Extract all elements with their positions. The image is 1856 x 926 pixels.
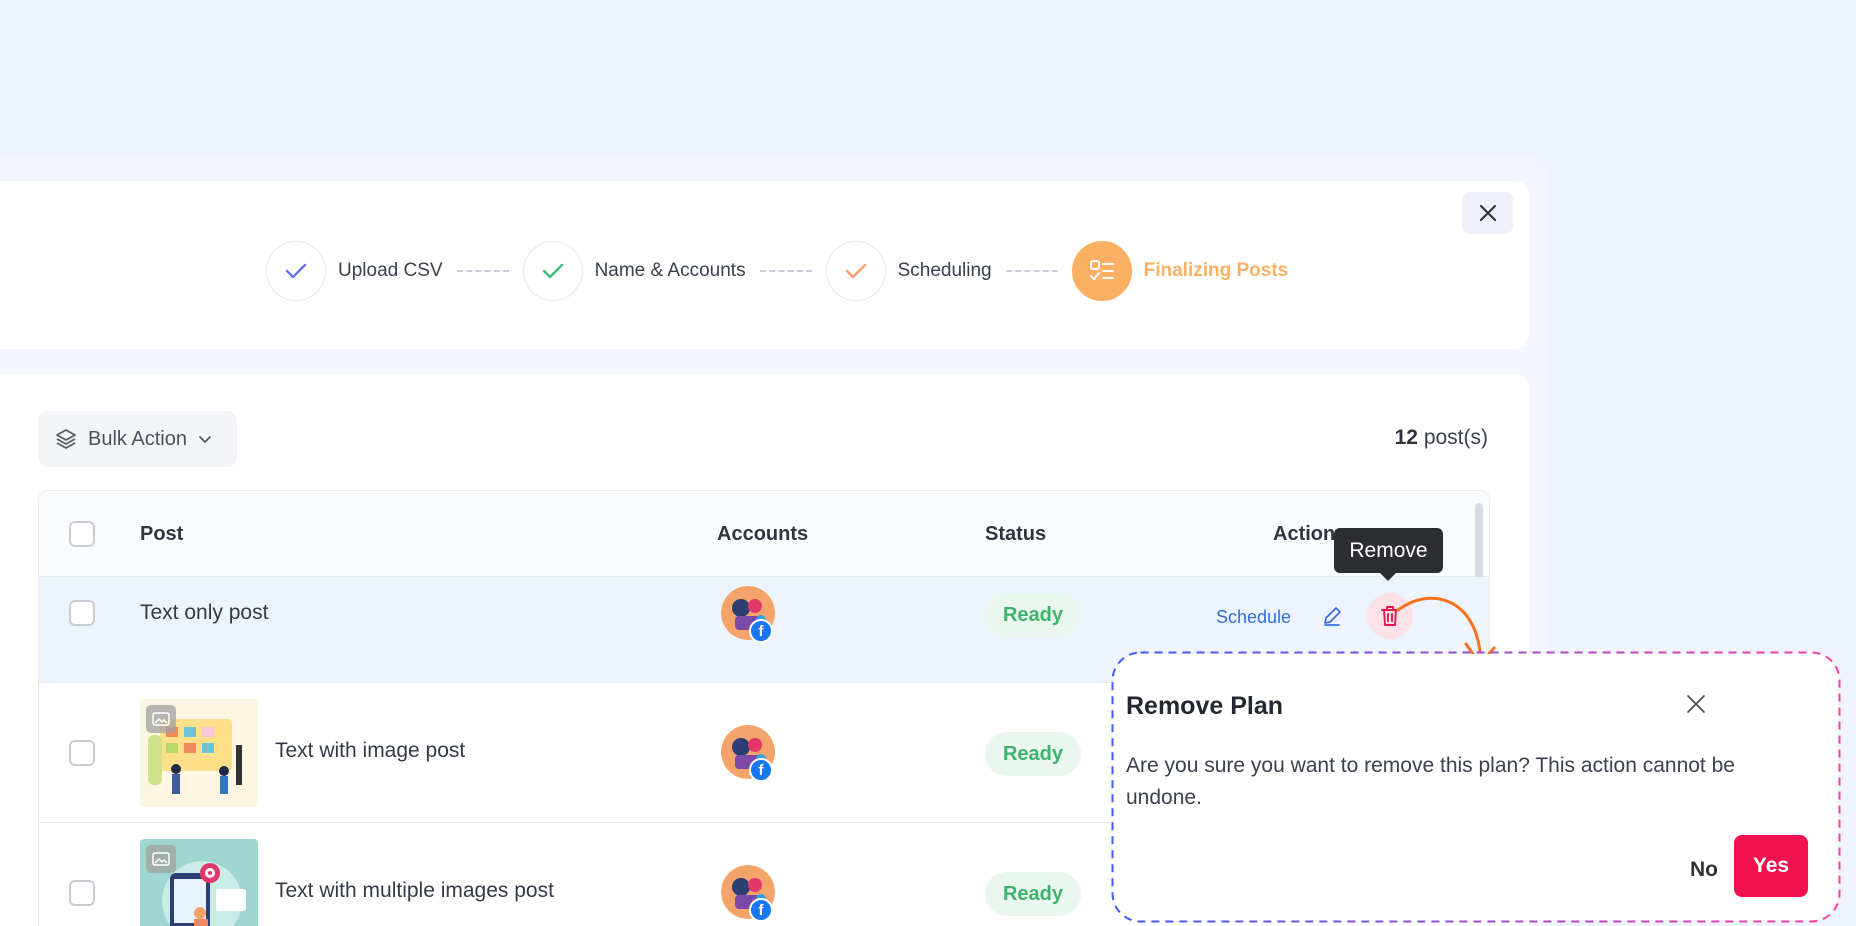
step-divider [1005, 270, 1058, 272]
facebook-icon: f [749, 758, 773, 782]
yes-button[interactable]: Yes [1734, 835, 1808, 897]
status-badge: Ready [985, 732, 1081, 776]
step-finalizing-posts[interactable]: Finalizing Posts [1071, 241, 1289, 301]
dialog-close-button[interactable] [1680, 688, 1712, 720]
remove-plan-dialog: Remove Plan Are you sure you want to rem… [1114, 654, 1838, 920]
dialog-title: Remove Plan [1126, 692, 1284, 720]
check-icon [285, 263, 307, 279]
post-thumbnail[interactable] [140, 699, 258, 807]
facebook-icon: f [749, 898, 773, 922]
step-label: Finalizing Posts [1143, 260, 1289, 281]
row-checkbox[interactable] [69, 740, 95, 766]
chevron-down-icon [199, 436, 211, 443]
step-name-accounts[interactable]: Name & Accounts [522, 241, 746, 301]
stepper: Upload CSV Name & Accounts Scheduling Fi… [266, 240, 1288, 302]
step-divider [456, 270, 509, 272]
schedule-link[interactable]: Schedule [1216, 607, 1291, 628]
step-scheduling[interactable]: Scheduling [825, 241, 992, 301]
status-badge: Ready [985, 593, 1081, 637]
post-thumbnail[interactable] [140, 839, 258, 926]
edit-button[interactable] [1317, 601, 1347, 631]
image-icon [146, 705, 176, 733]
bulk-action-dropdown[interactable]: Bulk Action [38, 411, 237, 467]
step-check-circle [266, 241, 326, 301]
status-badge: Ready [985, 872, 1081, 916]
remove-tooltip: Remove [1334, 528, 1443, 581]
check-icon [845, 263, 866, 279]
step-active-circle [1071, 241, 1132, 301]
step-divider [759, 270, 812, 272]
close-icon [1687, 695, 1705, 713]
row-checkbox[interactable] [69, 600, 95, 626]
images-icon [146, 845, 176, 873]
post-title: Text only post [140, 601, 269, 624]
list-check-icon [1089, 260, 1114, 280]
post-count: 12 post(s) [1394, 426, 1488, 449]
select-all-checkbox[interactable] [69, 521, 95, 547]
table-header: Post Accounts Status Actions [39, 491, 1489, 599]
step-upload-csv[interactable]: Upload CSV [266, 241, 443, 301]
step-label: Name & Accounts [594, 260, 746, 281]
step-check-circle [825, 241, 886, 301]
post-title: Text with image post [275, 739, 466, 762]
post-title: Text with multiple images post [275, 879, 554, 902]
close-button[interactable] [1462, 192, 1513, 234]
step-check-circle [522, 241, 583, 301]
bulk-action-label: Bulk Action [88, 427, 187, 450]
column-header-status: Status [985, 523, 1047, 545]
facebook-icon: f [749, 619, 773, 643]
check-icon [542, 263, 563, 279]
no-button[interactable]: No [1669, 848, 1739, 892]
column-header-post: Post [140, 523, 184, 545]
column-header-accounts: Accounts [717, 523, 809, 545]
layers-icon [56, 429, 76, 449]
close-icon [1479, 204, 1496, 222]
step-label: Upload CSV [338, 260, 443, 281]
step-label: Scheduling [897, 260, 992, 281]
pencil-icon [1324, 607, 1341, 626]
row-checkbox[interactable] [69, 880, 95, 906]
dialog-message: Are you sure you want to remove this pla… [1126, 754, 1735, 809]
